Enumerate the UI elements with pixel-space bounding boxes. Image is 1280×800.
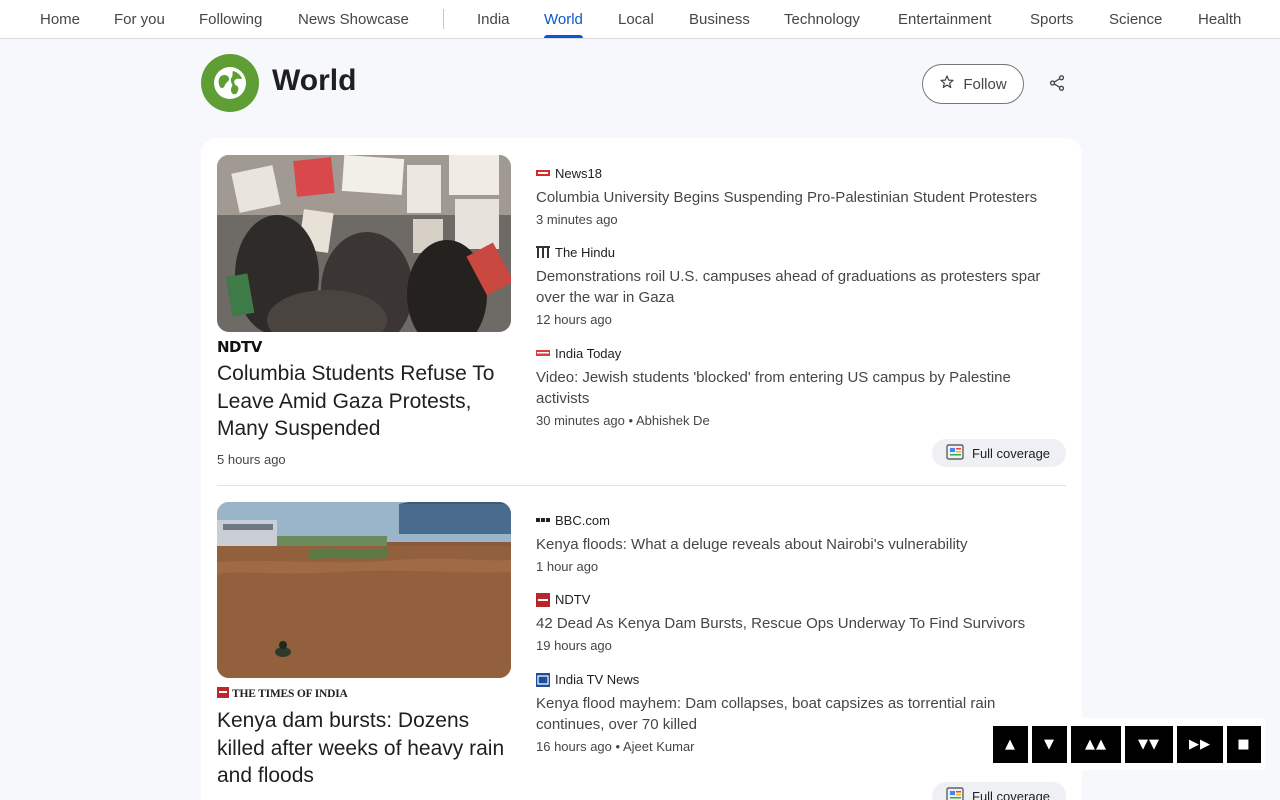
follow-button[interactable]: Follow <box>922 64 1024 104</box>
article-source: The Hindu <box>536 244 1066 260</box>
globe-icon <box>201 54 259 112</box>
toi-logo-icon <box>217 685 232 703</box>
full-coverage-button[interactable]: Full coverage <box>932 782 1066 800</box>
related-article: News18 Columbia University Begins Suspen… <box>536 165 1066 227</box>
nav-news-showcase[interactable]: News Showcase <box>298 0 409 38</box>
article-source: NDTV <box>536 591 1066 607</box>
article-headline[interactable]: Kenya floods: What a deluge reveals abou… <box>536 534 1066 555</box>
nav-local[interactable]: Local <box>618 0 654 38</box>
article-headline[interactable]: Video: Jewish students 'blocked' from en… <box>536 367 1066 409</box>
scroll-top-button[interactable]: ▲▲ <box>1071 726 1121 763</box>
related-article: BBC.com Kenya floods: What a deluge reve… <box>536 512 1066 574</box>
article-timestamp: 16 hours ago <box>536 739 612 754</box>
nav-home[interactable]: Home <box>40 0 80 38</box>
scroll-up-button[interactable]: ▲ <box>993 726 1028 763</box>
hero-timestamp: 5 hours ago <box>217 452 286 467</box>
stop-button[interactable]: ■ <box>1227 726 1261 763</box>
star-icon <box>939 74 955 94</box>
story-card: NDTV Columbia Students Refuse To Leave A… <box>201 138 1082 800</box>
scroll-control-bar: ▲ ▼ ▲▲ ▼▼ ▶▶ ■ <box>985 718 1265 770</box>
nav-science[interactable]: Science <box>1109 0 1162 38</box>
article-source: India TV News <box>536 671 1066 687</box>
article-timestamp: 19 hours ago <box>536 638 612 653</box>
nav-business[interactable]: Business <box>689 0 750 38</box>
nav-for-you[interactable]: For you <box>114 0 165 38</box>
follow-label: Follow <box>963 75 1007 93</box>
hero-source-logo: THE TIMES OF INDIA <box>217 686 348 702</box>
full-coverage-icon <box>946 443 964 463</box>
article-timestamp: 3 minutes ago <box>536 212 618 227</box>
nav-sports[interactable]: Sports <box>1030 0 1073 38</box>
nav-health[interactable]: Health <box>1198 0 1241 38</box>
article-author: Abhishek De <box>635 413 710 428</box>
hero-image[interactable] <box>217 155 511 332</box>
hero-image[interactable] <box>217 502 511 678</box>
article-author: Ajeet Kumar <box>622 739 695 754</box>
hero-source-logo: NDTV <box>217 338 262 356</box>
india-today-logo-icon <box>536 347 550 359</box>
article-meta: 30 minutes ago • Abhishek De <box>536 413 710 428</box>
article-headline[interactable]: Columbia University Begins Suspending Pr… <box>536 187 1066 208</box>
related-article: India Today Video: Jewish students 'bloc… <box>536 345 1066 428</box>
hero-headline[interactable]: Kenya dam bursts: Dozens killed after we… <box>217 707 511 790</box>
article-timestamp: 12 hours ago <box>536 312 612 327</box>
related-article: NDTV 42 Dead As Kenya Dam Bursts, Rescue… <box>536 591 1066 653</box>
nav-world[interactable]: World <box>544 0 583 38</box>
nav-divider <box>443 9 444 29</box>
hero-headline[interactable]: Columbia Students Refuse To Leave Amid G… <box>217 360 511 443</box>
article-source: BBC.com <box>536 512 1066 528</box>
bbc-logo-icon <box>536 514 550 526</box>
india-tv-logo-icon <box>536 673 550 687</box>
scroll-bottom-button[interactable]: ▼▼ <box>1125 726 1173 763</box>
article-headline[interactable]: 42 Dead As Kenya Dam Bursts, Rescue Ops … <box>536 613 1066 634</box>
ndtv-logo-icon <box>536 593 550 607</box>
article-headline[interactable]: Demonstrations roil U.S. campuses ahead … <box>536 266 1066 308</box>
scroll-down-button[interactable]: ▼ <box>1032 726 1067 763</box>
nav-technology[interactable]: Technology <box>784 0 860 38</box>
article-source: News18 <box>536 165 1066 181</box>
share-button[interactable] <box>1042 70 1072 100</box>
share-icon <box>1048 74 1066 97</box>
the-hindu-logo-icon <box>536 246 550 258</box>
nav-entertainment[interactable]: Entertainment <box>898 0 991 38</box>
nav-following[interactable]: Following <box>199 0 262 38</box>
article-timestamp: 30 minutes ago <box>536 413 625 428</box>
article-timestamp: 1 hour ago <box>536 559 599 574</box>
story-divider <box>217 485 1066 486</box>
news18-logo-icon <box>536 167 550 179</box>
full-coverage-button[interactable]: Full coverage <box>932 439 1066 467</box>
auto-scroll-button[interactable]: ▶▶ <box>1177 726 1223 763</box>
nav-india[interactable]: India <box>477 0 510 38</box>
top-navigation: Home For you Following News Showcase Ind… <box>0 0 1280 39</box>
page-title: World <box>272 64 357 97</box>
full-coverage-icon <box>946 786 964 800</box>
related-article: The Hindu Demonstrations roil U.S. campu… <box>536 244 1066 327</box>
article-source: India Today <box>536 345 1066 361</box>
